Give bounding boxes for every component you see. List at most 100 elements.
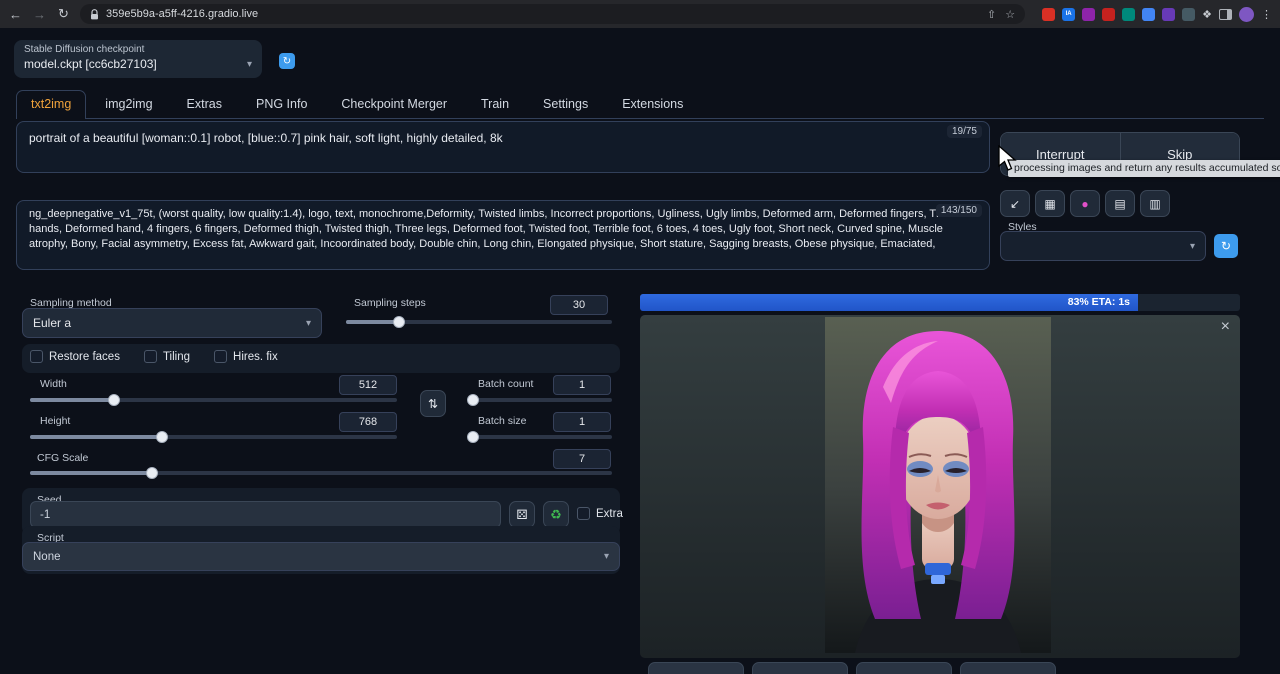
dice-icon: ⚄: [516, 507, 527, 523]
generated-image[interactable]: [825, 317, 1051, 653]
extension-icon[interactable]: [1182, 8, 1195, 21]
clear-prompt-button[interactable]: ▦: [1035, 190, 1065, 217]
batch-size-slider[interactable]: [470, 431, 612, 443]
width-label: Width: [40, 378, 67, 390]
checkbox[interactable]: [30, 350, 43, 363]
tab-extensions[interactable]: Extensions: [607, 90, 698, 118]
height-slider[interactable]: [30, 431, 397, 443]
result-action-button[interactable]: [856, 662, 952, 674]
sampling-method-value: Euler a: [33, 316, 71, 330]
url-bar[interactable]: 359e5b9a-a5ff-4216.gradio.live ⇧ ☆: [80, 4, 1025, 24]
extension-icon[interactable]: [1082, 8, 1095, 21]
extension-icon[interactable]: [1162, 8, 1175, 21]
back-icon[interactable]: ←: [8, 7, 23, 22]
paste-params-button[interactable]: ↙: [1000, 190, 1030, 217]
checkpoint-dropdown[interactable]: Stable Diffusion checkpoint model.ckpt […: [14, 40, 262, 78]
tab-txt2img[interactable]: txt2img: [16, 90, 86, 119]
save-icon: ▥: [1149, 197, 1160, 211]
prompt-tools: ↙ ▦ ● ▤ ▥: [1000, 190, 1170, 217]
checkbox[interactable]: [144, 350, 157, 363]
width-slider[interactable]: [30, 394, 397, 406]
checkbox[interactable]: [214, 350, 227, 363]
slider-thumb[interactable]: [393, 316, 405, 328]
extension-icon[interactable]: [1042, 8, 1055, 21]
reload-icon[interactable]: ↻: [56, 6, 71, 22]
chevron-down-icon: ▾: [247, 59, 252, 70]
sampling-steps-input[interactable]: [550, 295, 608, 315]
screen: ← → ↻ 359e5b9a-a5ff-4216.gradio.live ⇧ ☆…: [0, 0, 1280, 674]
save-style-button[interactable]: ▥: [1140, 190, 1170, 217]
checkpoint-refresh-button[interactable]: ↻: [279, 53, 295, 69]
extension-icon[interactable]: [1142, 8, 1155, 21]
checkbox[interactable]: [577, 507, 590, 520]
styles-dropdown[interactable]: ▾: [1000, 231, 1206, 261]
style-palette-button[interactable]: ●: [1070, 190, 1100, 217]
seed-input[interactable]: [30, 501, 501, 528]
slider-fill: [346, 320, 399, 324]
extensions-puzzle-icon[interactable]: ❖: [1202, 8, 1212, 21]
cfg-scale-input[interactable]: [553, 449, 611, 469]
tab-img2img[interactable]: img2img: [90, 90, 167, 118]
swap-icon: ⇅: [428, 397, 438, 411]
swap-dimensions-button[interactable]: ⇅: [420, 390, 446, 417]
result-action-button[interactable]: [960, 662, 1056, 674]
slider-thumb[interactable]: [467, 394, 479, 406]
negative-prompt-box: 143/150 ng_deepnegative_v1_75t, (worst q…: [16, 200, 990, 270]
extension-icon[interactable]: [1122, 8, 1135, 21]
cfg-scale-slider[interactable]: [30, 467, 612, 479]
extension-icon[interactable]: [1102, 8, 1115, 21]
apply-styles-button[interactable]: ▤: [1105, 190, 1135, 217]
close-preview-icon[interactable]: ×: [1221, 318, 1230, 336]
tab-settings[interactable]: Settings: [528, 90, 603, 118]
checkpoint-value: model.ckpt [cc6cb27103]: [24, 57, 157, 71]
tab-checkpoint-merger[interactable]: Checkpoint Merger: [326, 90, 462, 118]
result-action-button[interactable]: [648, 662, 744, 674]
restore-faces-option[interactable]: Restore faces: [30, 350, 120, 363]
slider-thumb[interactable]: [156, 431, 168, 443]
extension-icon-ia[interactable]: IA: [1062, 8, 1075, 21]
profile-avatar[interactable]: [1239, 7, 1254, 22]
url-text: 359e5b9a-a5ff-4216.gradio.live: [106, 8, 980, 20]
slider-thumb[interactable]: [467, 431, 479, 443]
slider-thumb[interactable]: [108, 394, 120, 406]
prompt-input[interactable]: portrait of a beautiful [woman::0.1] rob…: [17, 122, 989, 172]
chevron-down-icon: ▾: [306, 318, 311, 329]
seed-extra-option[interactable]: Extra: [577, 507, 623, 520]
extension-area: IA ❖ ⋮: [1042, 7, 1272, 22]
option-label: Restore faces: [49, 351, 120, 363]
batch-count-label: Batch count: [478, 378, 533, 390]
slider-thumb[interactable]: [146, 467, 158, 479]
webui-page: Stable Diffusion checkpoint model.ckpt […: [0, 28, 1280, 674]
bookmark-star-icon[interactable]: ☆: [1005, 8, 1015, 21]
tab-png-info[interactable]: PNG Info: [241, 90, 322, 118]
negative-prompt-input[interactable]: ng_deepnegative_v1_75t, (worst quality, …: [17, 201, 989, 269]
sampling-method-dropdown[interactable]: Euler a ▾: [22, 308, 322, 338]
slider-track[interactable]: [470, 435, 612, 439]
sampling-steps-slider[interactable]: [346, 316, 612, 328]
option-label: Hires. fix: [233, 351, 278, 363]
reuse-seed-button[interactable]: ♻: [543, 501, 569, 528]
result-action-button[interactable]: [752, 662, 848, 674]
height-input[interactable]: [339, 412, 397, 432]
result-actions-row: [648, 662, 1056, 674]
sidebar-toggle-icon[interactable]: [1219, 9, 1232, 20]
batch-count-input[interactable]: [553, 375, 611, 395]
tab-extras[interactable]: Extras: [172, 90, 237, 118]
slider-track[interactable]: [470, 398, 612, 402]
tab-train[interactable]: Train: [466, 90, 524, 118]
browser-menu-icon[interactable]: ⋮: [1261, 8, 1272, 21]
styles-refresh-button[interactable]: ↻: [1214, 234, 1238, 258]
batch-count-slider[interactable]: [470, 394, 612, 406]
batch-size-label: Batch size: [478, 415, 526, 427]
share-icon[interactable]: ⇧: [987, 8, 996, 21]
hires-fix-option[interactable]: Hires. fix: [214, 350, 278, 363]
slider-fill: [30, 435, 162, 439]
width-input[interactable]: [339, 375, 397, 395]
batch-size-input[interactable]: [553, 412, 611, 432]
forward-icon[interactable]: →: [32, 7, 47, 22]
random-seed-button[interactable]: ⚄: [509, 501, 535, 528]
lock-icon: [90, 9, 99, 20]
tiling-option[interactable]: Tiling: [144, 350, 190, 363]
script-dropdown[interactable]: None ▾: [22, 542, 620, 571]
interrupt-tooltip: processing images and return any results…: [1008, 160, 1280, 177]
